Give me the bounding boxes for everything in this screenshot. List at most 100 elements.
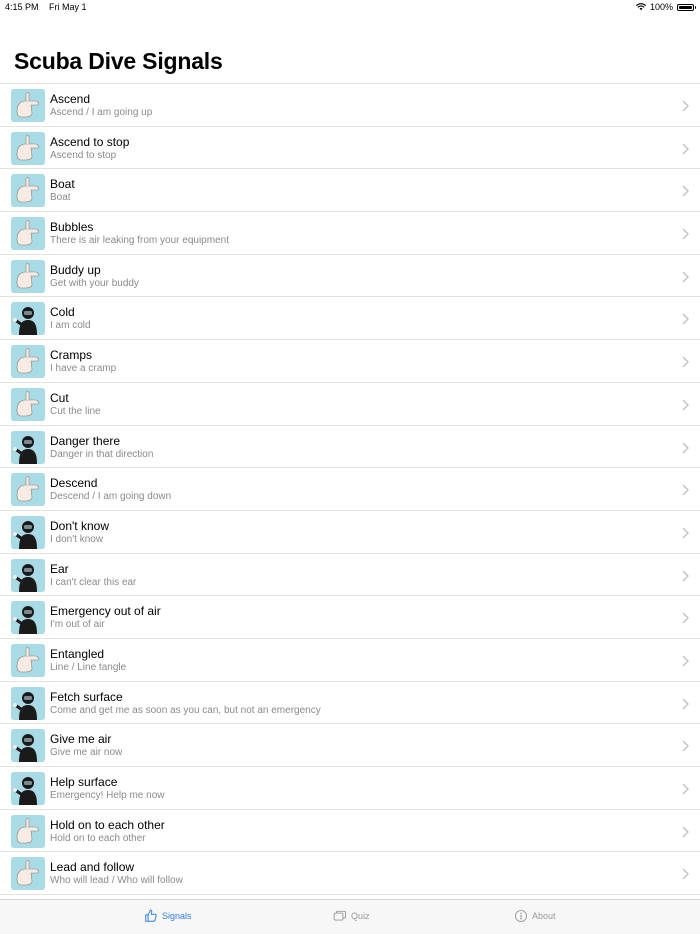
chevron-right-icon <box>682 99 690 112</box>
signal-row[interactable]: Lead and follow Who will lead / Who will … <box>0 852 700 896</box>
chevron-right-icon <box>682 355 690 368</box>
chevron-right-icon <box>682 654 690 667</box>
chevron-right-icon <box>682 611 690 624</box>
signal-row[interactable]: Help surface Emergency! Help me now <box>0 767 700 810</box>
diver-waving-icon <box>11 686 45 720</box>
signal-subtitle: Hold on to each other <box>50 832 146 844</box>
tab-signals-label: Signals <box>162 911 192 921</box>
chevron-right-icon <box>682 227 690 240</box>
battery-icon <box>677 3 696 11</box>
tab-quiz[interactable]: Quiz <box>333 909 370 923</box>
chevron-right-icon <box>682 526 690 539</box>
signal-subtitle: Ascend to stop <box>50 149 117 161</box>
chevron-right-icon <box>682 569 690 581</box>
signal-row[interactable]: Danger there Danger in that direction <box>0 426 700 469</box>
cupped-hands-icon <box>11 174 45 208</box>
tab-about[interactable]: About <box>514 909 556 923</box>
signal-title: Ascend to stop <box>50 134 130 149</box>
signal-title: Buddy up <box>50 262 101 277</box>
signal-row[interactable]: Ascend Ascend / I am going up <box>0 84 700 127</box>
signal-title: Danger there <box>50 433 121 448</box>
two-fingers-together-icon <box>11 259 45 293</box>
signal-row[interactable]: Bubbles There is air leaking from your eq… <box>0 212 700 255</box>
signal-subtitle: I am cold <box>50 320 91 332</box>
signal-row[interactable]: Don't know I don't know <box>0 511 700 554</box>
signal-subtitle: There is air leaking from your equipment <box>50 235 229 247</box>
chevron-right-icon <box>682 867 690 880</box>
signal-subtitle: Who will lead / Who will follow <box>50 875 183 887</box>
signal-subtitle: I can't clear this ear <box>50 576 137 588</box>
signal-subtitle: Ascend / I am going up <box>50 107 153 118</box>
flat-hand-icon <box>11 643 45 677</box>
app-screen: 4:15 PM Fri May 1 100% Scuba Dive Signal… <box>0 0 700 934</box>
status-time: 4:15 PM <box>5 2 39 12</box>
signal-subtitle: Danger in that direction <box>50 448 154 460</box>
signal-title: Help surface <box>50 775 118 789</box>
signal-title: Entangled <box>50 646 105 661</box>
diver-pointing-icon <box>11 430 45 464</box>
chevron-right-icon <box>682 184 690 197</box>
signal-row[interactable]: Entangled Line / Line tangle <box>0 639 700 682</box>
signal-title: Lead and follow <box>50 860 135 875</box>
signal-title: Fetch surface <box>50 689 123 704</box>
signal-title: Bubbles <box>50 220 94 235</box>
status-date: Fri May 1 <box>49 2 87 12</box>
signal-title: Give me air <box>50 732 112 747</box>
chevron-right-icon <box>682 398 690 411</box>
diver-hugging-self-icon <box>11 302 45 336</box>
signal-row[interactable]: Descend Descend / I am going down <box>0 468 700 511</box>
chevron-right-icon <box>682 825 690 837</box>
chevron-right-icon <box>682 312 690 325</box>
chevron-right-icon <box>682 142 690 154</box>
signal-subtitle: Give me air now <box>50 747 123 759</box>
signal-title: Ascend <box>50 92 91 106</box>
signal-title: Don't know <box>50 518 109 533</box>
signal-subtitle: Get with your buddy <box>50 277 139 289</box>
page-title: Scuba Dive Signals <box>14 48 223 74</box>
chevron-right-icon <box>682 697 690 709</box>
chevron-right-icon <box>682 782 690 795</box>
signal-row[interactable]: Buddy up Get with your buddy <box>0 255 700 298</box>
tab-bar: Signals Quiz About <box>0 899 700 934</box>
thumbs-down-hand-icon <box>11 473 45 507</box>
signal-row[interactable]: Cut Cut the line <box>0 383 700 426</box>
flat-hand-over-thumb-icon <box>11 131 45 165</box>
signal-row[interactable]: Ascend to stop Ascend to stop <box>0 127 700 170</box>
status-right: 100% <box>636 0 696 14</box>
signal-row[interactable]: Fetch surface Come and get me as soon as … <box>0 682 700 725</box>
signal-subtitle: I don't know <box>50 533 104 545</box>
signal-subtitle: I have a cramp <box>50 363 117 375</box>
signal-title: Ear <box>50 561 69 576</box>
diver-shrug-icon <box>11 515 45 549</box>
signal-row[interactable]: Cold I am cold <box>0 297 700 341</box>
status-left: 4:15 PM Fri May 1 <box>5 0 87 14</box>
signal-row[interactable]: Cramps I have a cramp <box>0 340 700 383</box>
signal-title: Boat <box>50 177 75 192</box>
signal-subtitle: Cut the line <box>50 405 101 417</box>
signal-row[interactable]: Boat Boat <box>0 169 700 213</box>
battery-percent: 100% <box>649 2 673 12</box>
open-hand-icon <box>11 345 45 379</box>
signal-title: Cut <box>50 390 69 405</box>
clasped-hands-icon <box>11 814 45 848</box>
chevron-right-icon <box>682 441 690 453</box>
signal-row[interactable]: Give me air Give me air now <box>0 724 700 767</box>
cards-icon <box>333 910 347 921</box>
signal-row[interactable]: Ear I can't clear this ear <box>0 554 700 597</box>
signal-subtitle: Line / Line tangle <box>50 661 127 673</box>
tab-signals[interactable]: Signals <box>144 909 192 923</box>
chevron-right-icon <box>682 739 690 752</box>
signal-row[interactable]: Hold on to each other Hold on to each oth… <box>0 810 700 853</box>
scissors-fingers-icon <box>11 387 45 421</box>
signal-subtitle: Emergency! Help me now <box>50 790 165 801</box>
diver-throat-slash-icon <box>11 601 45 635</box>
wiggling-fingers-icon <box>11 217 45 251</box>
signal-subtitle: Come and get me as soon as you can, but … <box>50 704 321 716</box>
info-icon <box>514 909 528 923</box>
signal-title: Cold <box>50 305 75 320</box>
signal-title: Hold on to each other <box>50 817 165 832</box>
signal-title: Descend <box>50 476 98 491</box>
diver-waving-arm-icon <box>11 772 45 805</box>
signal-subtitle: I'm out of air <box>50 619 105 631</box>
signal-row[interactable]: Emergency out of air I'm out of air <box>0 596 700 639</box>
